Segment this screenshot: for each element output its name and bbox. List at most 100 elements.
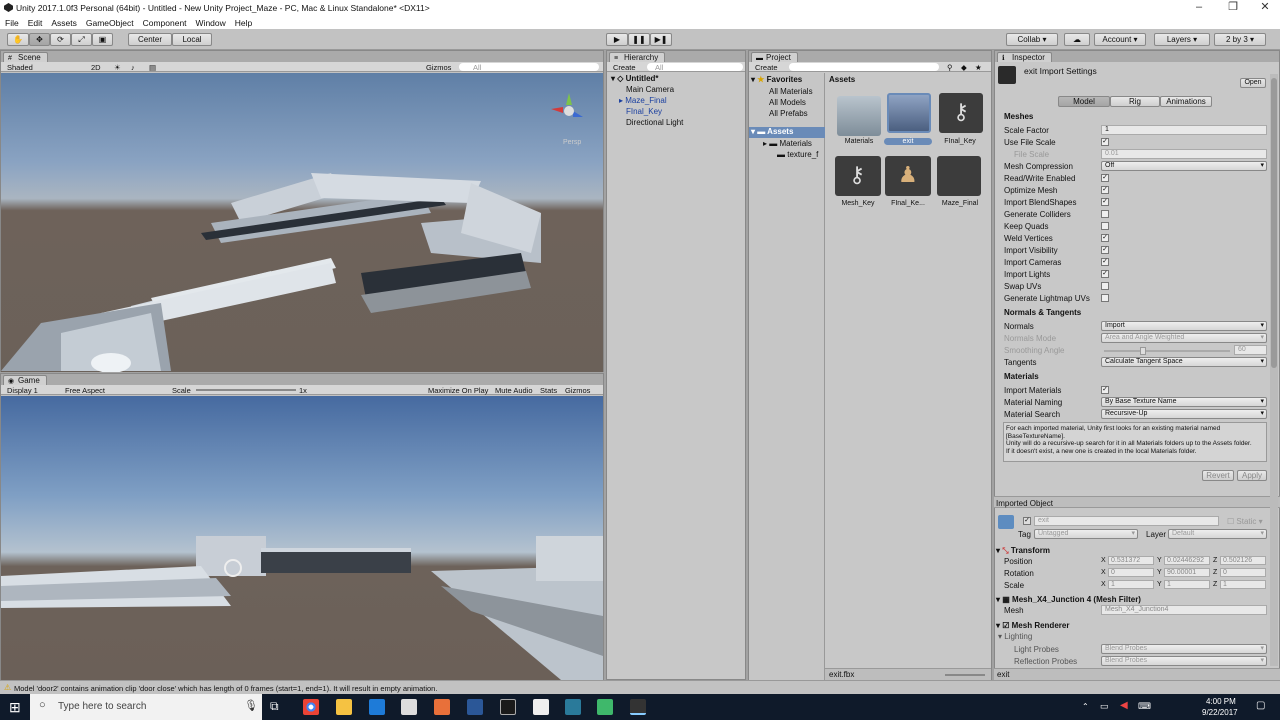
tray-chevron-icon[interactable]: ⌃ — [1082, 702, 1089, 711]
cloud-icon[interactable]: ☁ — [1064, 33, 1090, 46]
menu-component[interactable]: Component — [138, 16, 191, 28]
unity-taskbar-icon[interactable] — [630, 699, 646, 715]
lighting-toggle-icon[interactable]: ☀ — [114, 63, 121, 72]
inspector-scrollbar[interactable] — [1270, 74, 1278, 666]
task-view-icon[interactable]: ⧉ — [270, 699, 279, 714]
revert-button[interactable]: Revert — [1202, 470, 1234, 481]
language-icon[interactable]: ⌨ — [1138, 701, 1151, 712]
hierarchy-create-dropdown[interactable]: Create — [613, 63, 636, 72]
collab-dropdown[interactable]: Collab ▾ — [1006, 33, 1058, 46]
tree-materials-folder[interactable]: ▸ ▬ Materials — [763, 139, 812, 148]
transform-header[interactable]: ▾ ⤡ Transform — [996, 546, 1268, 556]
start-windows-icon[interactable]: ⊞ — [9, 699, 21, 716]
option-checkbox[interactable]: ✓ — [1101, 258, 1109, 266]
scene-search-input[interactable]: All — [459, 63, 599, 72]
filter-type-icon[interactable]: ⚲ — [947, 63, 953, 72]
mute-audio-toggle[interactable]: Mute Audio — [495, 386, 533, 395]
rect-tool-icon[interactable]: ▣ — [92, 33, 113, 46]
volume-icon[interactable]: ◀ — [1120, 700, 1128, 711]
tab-game[interactable]: ◉ Game — [3, 375, 47, 385]
app-teal-icon[interactable] — [565, 699, 581, 715]
effects-toggle-icon[interactable]: ▤ — [149, 63, 156, 72]
tab-scene[interactable]: # Scene — [3, 52, 48, 62]
material-naming-dropdown[interactable]: By Base Texture Name — [1101, 397, 1267, 407]
normals-dropdown[interactable]: Import — [1101, 321, 1267, 331]
filter-label-icon[interactable]: ◆ — [961, 63, 967, 72]
chrome-icon[interactable] — [303, 699, 319, 715]
project-create-dropdown[interactable]: Create — [755, 63, 778, 72]
option-checkbox[interactable] — [1101, 294, 1109, 302]
menu-assets[interactable]: Assets — [46, 16, 81, 28]
audio-toggle-icon[interactable]: ♪ — [131, 63, 135, 72]
menu-window[interactable]: Window — [191, 16, 230, 28]
scale-slider[interactable] — [196, 389, 296, 391]
scene-root-item[interactable]: ▾ ◇ Untitled* — [611, 74, 659, 83]
tree-texture-folder[interactable]: ▬ texture_f — [777, 150, 818, 159]
hierarchy-search-input[interactable]: All — [647, 63, 743, 72]
option-checkbox[interactable] — [1101, 210, 1109, 218]
import-materials-checkbox[interactable]: ✓ — [1101, 386, 1109, 394]
favorite-all-prefabs[interactable]: All Prefabs — [769, 109, 808, 118]
favorites-header[interactable]: ▾ ★ Favorites — [751, 75, 802, 84]
maximize-on-play-toggle[interactable]: Maximize On Play — [428, 386, 488, 395]
close-button[interactable]: ✕ — [1248, 0, 1280, 16]
tab-project[interactable]: ▬ Project — [751, 52, 798, 62]
hierarchy-item-final-key[interactable]: FInal_Key — [626, 107, 662, 116]
tab-inspector[interactable]: ℹ Inspector — [997, 52, 1052, 62]
option-checkbox[interactable]: ✓ — [1101, 246, 1109, 254]
asset-mesh-key-icon[interactable]: ⚷ — [835, 156, 881, 196]
option-checkbox[interactable]: ✓ — [1101, 234, 1109, 242]
taskbar-search-box[interactable]: ○ Type here to search 🎙 — [30, 694, 262, 720]
asset-exit-model-icon[interactable] — [887, 93, 931, 133]
layers-dropdown[interactable]: Layers ▾ — [1154, 33, 1210, 46]
favorite-icon[interactable]: ★ — [975, 63, 982, 72]
menu-file[interactable]: File — [0, 16, 23, 28]
minimize-button[interactable]: – — [1182, 0, 1216, 16]
apply-button[interactable]: Apply — [1237, 470, 1267, 481]
tab-model[interactable]: Model — [1058, 96, 1110, 107]
tab-hierarchy[interactable]: ≡ Hierarchy — [609, 52, 666, 62]
clock-time[interactable]: 4:00 PM — [1206, 697, 1236, 706]
layout-dropdown[interactable]: 2 by 3 ▾ — [1214, 33, 1266, 46]
assets-root-item[interactable]: ▾ ▬ Assets — [749, 127, 825, 138]
asset-maze-final-model-icon[interactable] — [937, 156, 981, 196]
lighting-foldout[interactable]: ▾ Lighting — [998, 632, 1032, 641]
game-gizmos-dropdown[interactable]: Gizmos — [565, 386, 590, 395]
option-checkbox[interactable]: ✓ — [1101, 186, 1109, 194]
rotate-tool-icon[interactable]: ⟳ — [50, 33, 71, 46]
word-icon[interactable] — [467, 699, 483, 715]
scale-tool-icon[interactable]: ⤢ — [71, 33, 92, 46]
menu-edit[interactable]: Edit — [23, 16, 47, 28]
shading-dropdown[interactable]: Shaded — [7, 63, 33, 72]
step-button[interactable]: ▶❚ — [650, 33, 672, 46]
asset-materials-folder-icon[interactable] — [837, 96, 881, 136]
mesh-filter-header[interactable]: ▾ ▦ Mesh_X4_Junction 4 (Mesh Filter) — [996, 595, 1268, 604]
gizmos-dropdown[interactable]: Gizmos — [426, 63, 451, 72]
move-tool-icon[interactable]: ✥ — [29, 33, 50, 46]
edge-icon[interactable] — [369, 699, 385, 715]
clock-date[interactable]: 9/22/2017 — [1202, 708, 1238, 717]
icon-size-slider[interactable] — [945, 674, 985, 676]
hierarchy-item-main-camera[interactable]: Main Camera — [626, 85, 674, 94]
hierarchy-item-maze-final[interactable]: ▸ Maze_Final — [619, 96, 667, 105]
menu-gameobject[interactable]: GameObject — [81, 16, 138, 28]
display-dropdown[interactable]: Display 1 — [7, 386, 38, 395]
stats-toggle[interactable]: Stats — [540, 386, 557, 395]
hierarchy-item-directional-light[interactable]: Directional Light — [626, 118, 683, 127]
mail-icon[interactable] — [533, 699, 549, 715]
option-checkbox[interactable]: ✓ — [1101, 174, 1109, 182]
open-button[interactable]: Open — [1240, 78, 1266, 88]
pivot-local-toggle[interactable]: Local — [172, 33, 212, 46]
maximize-button[interactable]: ❐ — [1216, 0, 1250, 16]
file-explorer-icon[interactable] — [336, 699, 352, 715]
scene-gizmo-icon[interactable] — [549, 91, 589, 131]
mesh-compression-dropdown[interactable]: Off — [1101, 161, 1267, 171]
pivot-center-toggle[interactable]: Center — [128, 33, 172, 46]
mesh-renderer-header[interactable]: ▾ ☑ Mesh Renderer — [996, 621, 1268, 630]
status-bar[interactable]: ⚠ Model 'door2' contains animation clip … — [0, 680, 1280, 694]
notifications-icon[interactable]: ▢ — [1256, 700, 1265, 711]
project-search-input[interactable] — [789, 63, 939, 71]
tab-animations[interactable]: Animations — [1160, 96, 1212, 107]
aspect-dropdown[interactable]: Free Aspect — [65, 386, 105, 395]
tab-rig[interactable]: Rig — [1110, 96, 1160, 107]
